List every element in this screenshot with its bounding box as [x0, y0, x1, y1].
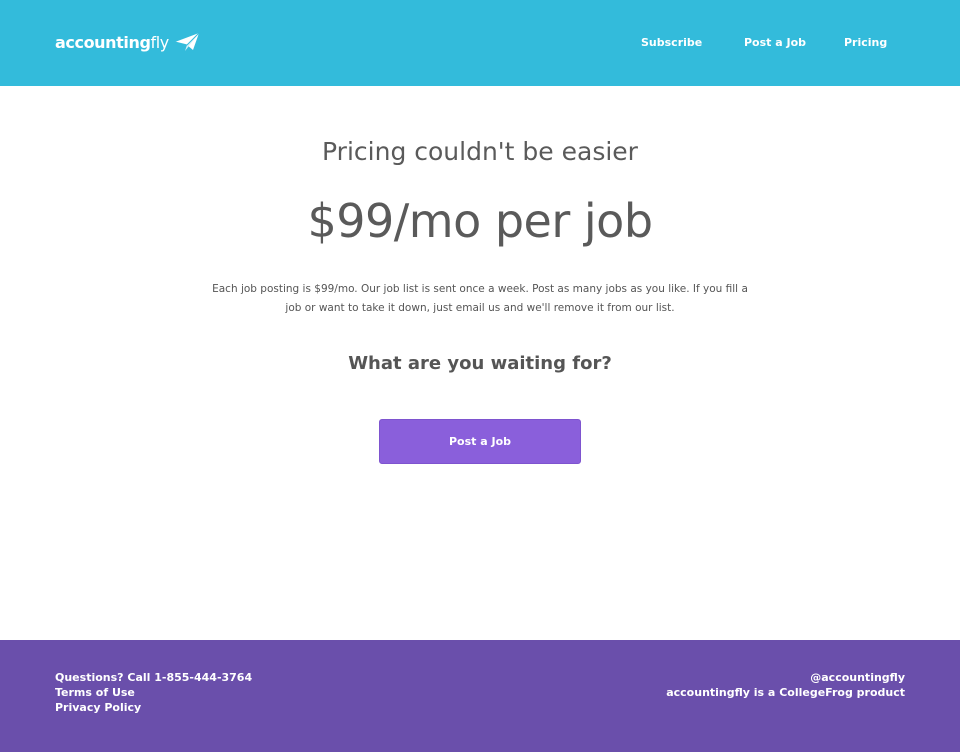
footer-privacy-link[interactable]: Privacy Policy	[55, 700, 252, 715]
pricing-section: Pricing couldn't be easier $99/mo per jo…	[0, 86, 960, 640]
post-a-job-button[interactable]: Post a Job	[379, 419, 581, 464]
cta-question: What are you waiting for?	[348, 353, 612, 374]
logo-text-bold: accounting	[55, 32, 151, 52]
footer-product-note: accountingfly is a CollegeFrog product	[666, 686, 905, 699]
footer-terms-link[interactable]: Terms of Use	[55, 685, 252, 700]
footer-phone[interactable]: Questions? Call 1-855-444-3764	[55, 670, 252, 685]
nav-pricing[interactable]: Pricing	[844, 36, 887, 49]
nav-post-a-job[interactable]: Post a Job	[744, 36, 806, 49]
nav-subscribe[interactable]: Subscribe	[641, 36, 702, 49]
logo[interactable]: accountingfly	[55, 30, 200, 54]
pricing-description: Each job posting is $99/mo. Our job list…	[212, 283, 748, 314]
site-header: accountingfly Subscribe Post a Job Prici…	[0, 0, 960, 86]
logo-text: accountingfly	[55, 33, 169, 52]
footer-twitter-handle[interactable]: @accountingfly	[666, 670, 905, 685]
price-display: $99/mo per job	[307, 194, 653, 248]
footer-left: Questions? Call 1-855-444-3764 Terms of …	[55, 670, 252, 715]
pricing-headline: Pricing couldn't be easier	[322, 137, 638, 166]
site-footer: Questions? Call 1-855-444-3764 Terms of …	[0, 640, 960, 752]
logo-text-light: fly	[150, 32, 170, 52]
paper-plane-icon	[174, 32, 200, 51]
footer-right: @accountingfly accountingfly is a Colleg…	[666, 670, 905, 700]
